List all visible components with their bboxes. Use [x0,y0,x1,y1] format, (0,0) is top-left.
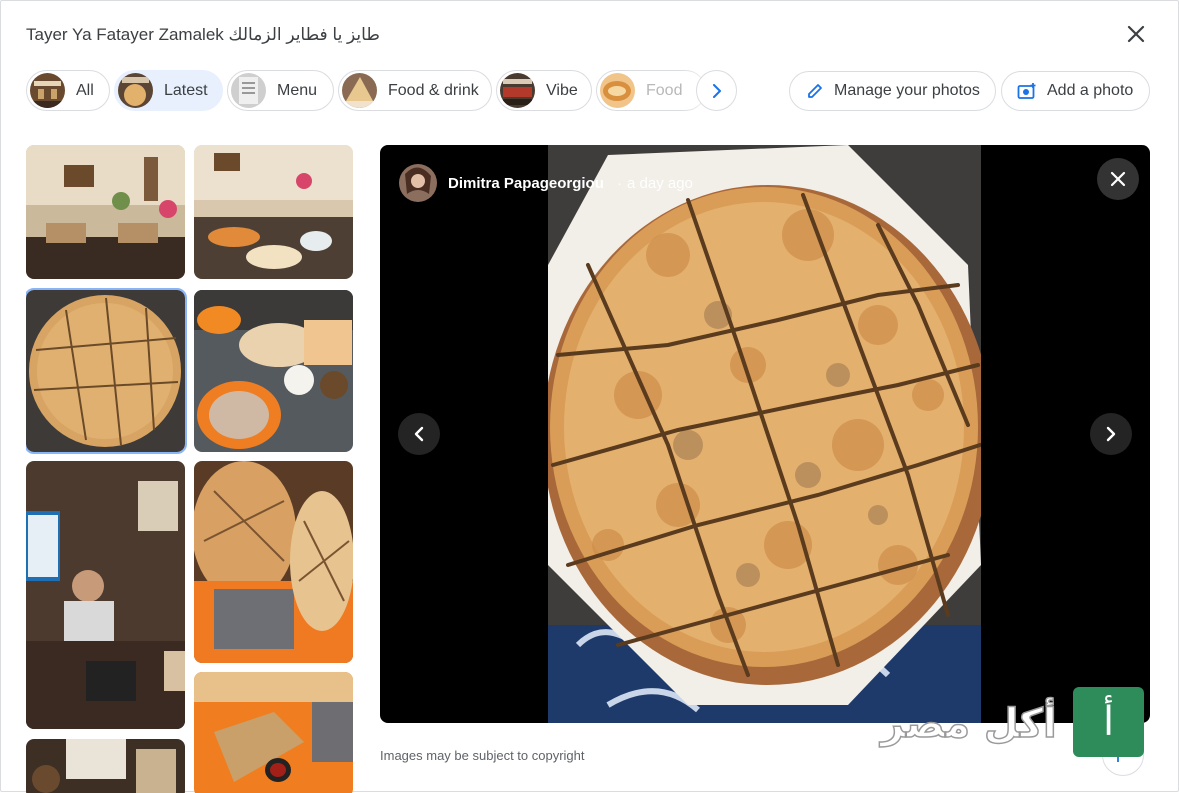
photo-gallery-dialog: Tayer Ya Fatayer Zamalek طايز يا فطاير ا… [0,0,1179,793]
chip-label: Latest [164,81,208,99]
watermark-logo: أ [1073,687,1144,757]
chip-vibe[interactable]: Vibe [496,70,592,111]
chip-latest-thumbnail [118,73,153,108]
photo-tile-selected[interactable] [26,288,187,454]
chip-menu-thumbnail [231,73,266,108]
add-photo-button[interactable]: Add a photo [1001,71,1150,111]
author-name[interactable]: Dimitra Papageorgiou [448,175,604,192]
chip-label: Food [646,81,683,99]
chip-food-thumbnail [600,73,635,108]
photo-tile[interactable] [26,145,185,279]
close-icon [1110,171,1126,187]
photo-tile[interactable] [26,461,185,729]
photo-time: a day ago [627,175,693,192]
close-icon [1127,25,1145,43]
main-photo [548,145,981,723]
photo-viewer: Dimitra Papageorgiou · a day ago [380,145,1150,723]
close-dialog-button[interactable] [1119,17,1153,51]
chip-food-drink-thumbnail [342,73,377,108]
chips-next-button[interactable] [696,70,737,111]
copyright-notice: Images may be subject to copyright [380,748,585,763]
manage-photos-button[interactable]: Manage your photos [789,71,996,111]
photo-grid [26,145,356,793]
chip-latest[interactable]: Latest [114,70,223,111]
dialog-title: Tayer Ya Fatayer Zamalek طايز يا فطاير ا… [26,25,380,44]
meta-separator: · [617,175,622,192]
add-photo-label: Add a photo [1047,82,1134,99]
photo-tile[interactable] [194,461,353,663]
chip-vibe-thumbnail [500,73,535,108]
chevron-right-icon [1106,426,1116,442]
pencil-icon [808,84,822,98]
chip-all[interactable]: All [26,70,110,111]
chip-all-thumbnail [30,73,65,108]
chevron-right-icon [712,83,721,98]
chip-label: Food & drink [388,81,479,99]
author-avatar[interactable] [399,164,437,202]
photo-tile[interactable] [26,739,185,793]
chip-food-drink[interactable]: Food & drink [338,70,492,111]
chip-menu[interactable]: Menu [227,70,334,111]
add-photo-icon [1017,83,1036,99]
manage-photos-label: Manage your photos [834,82,980,99]
chip-label: Menu [277,81,318,99]
chip-label: Vibe [546,81,578,99]
category-chips: All Latest Menu Food & drink Vibe Food [26,70,746,112]
chip-label: All [76,81,94,99]
close-viewer-button[interactable] [1097,158,1139,200]
watermark-text: أكل مصر [880,700,1057,748]
next-photo-button[interactable] [1090,413,1132,455]
photo-tile[interactable] [194,290,353,452]
chevron-left-icon [414,426,424,442]
previous-photo-button[interactable] [398,413,440,455]
photo-tile[interactable] [194,672,353,793]
photo-tile[interactable] [194,145,353,279]
